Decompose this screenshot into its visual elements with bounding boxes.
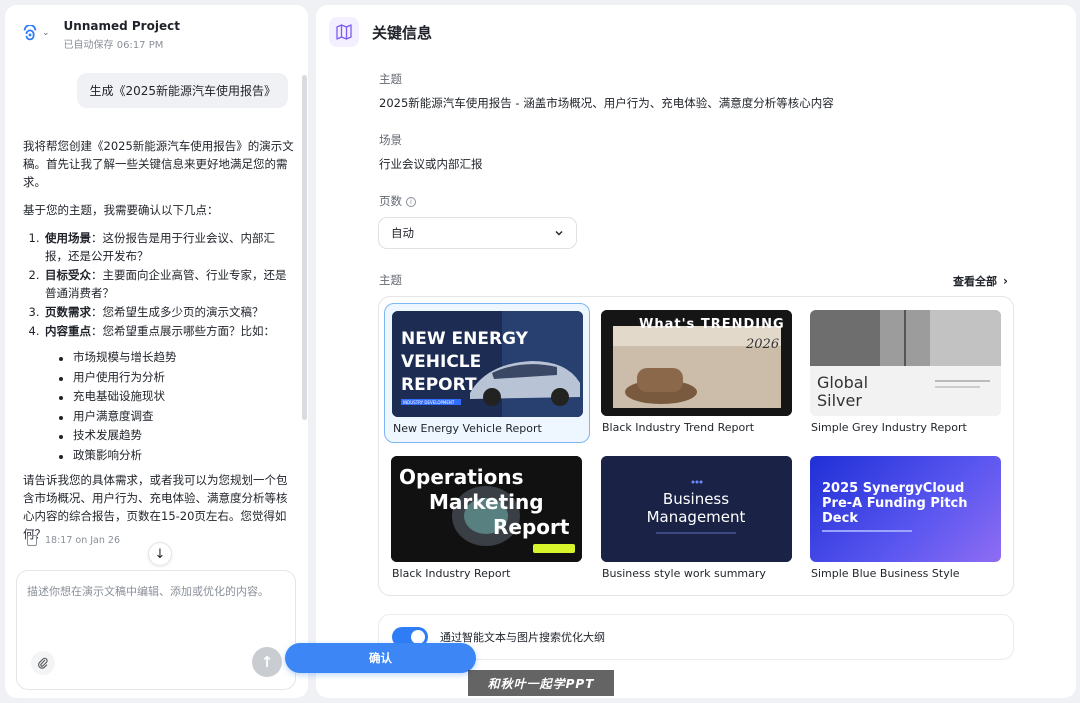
theme-card-grey-industry[interactable]: Global Silver Simple Grey Industry Repor… [803, 303, 1009, 443]
topic-label: 主题 [379, 72, 402, 86]
thumb-line: Business [663, 490, 729, 508]
theme-thumbnail: Operations Marketing Report [391, 456, 582, 562]
chat-panel: ⌄ Unnamed Project 已自动保存 06:17 PM 生成《2025… [5, 5, 308, 698]
theme-name: Simple Blue Business Style [811, 567, 960, 580]
thumb-line: REPORT [401, 375, 477, 395]
arrow-up-icon: ↑ [260, 653, 274, 671]
pages-label: 页数 [379, 194, 402, 208]
view-all-link[interactable]: 查看全部 › [953, 273, 1008, 289]
message-input[interactable] [27, 583, 285, 643]
list-item: 1. 使用场景：这份报告是用于行业会议、内部汇报，还是公开发布？ [28, 231, 276, 263]
watermark: 和秋叶一起学PPT [468, 670, 614, 696]
theme-card-new-energy[interactable]: NEW ENERGY VEHICLE REPORT INDUSTRY DEVEL… [384, 303, 590, 443]
list-item: 用户使用行为分析 [59, 368, 295, 388]
message-input-box: ↑ [16, 570, 296, 690]
pages-select[interactable]: 自动 [378, 217, 577, 249]
theme-card-black-trend[interactable]: What's TRENDING 2026 Black Industry Tren… [594, 303, 800, 443]
assistant-reply: 我将帮您创建《2025新能源汽车使用报告》的演示文稿。首先让我了解一些关键信息来… [23, 137, 295, 553]
paperclip-icon [38, 657, 48, 669]
panel-header: 关键信息 [329, 17, 432, 47]
thumb-line: Marketing [429, 490, 544, 514]
copy-icon[interactable] [27, 535, 37, 546]
theme-label: 主题 [379, 273, 402, 287]
key-info-panel: 关键信息 主题 2025新能源汽车使用报告 - 涵盖市场概况、用户行为、充电体验… [316, 5, 1076, 698]
list-item: 2. 目标受众：主要面向企业高管、行业专家，还是普通消费者？ [28, 268, 287, 300]
arrow-down-icon: ↓ [154, 546, 166, 562]
save-status: 已自动保存 06:17 PM [63, 40, 164, 51]
theme-name: Simple Grey Industry Report [811, 421, 967, 434]
chevron-down-icon[interactable]: ⌄ [42, 28, 50, 38]
theme-name: Business style work summary [602, 567, 766, 580]
question-list: 1. 使用场景：这份报告是用于行业会议、内部汇报，还是公开发布？ 2. 目标受众：主… [23, 229, 295, 340]
focus-bullet-list: 市场规模与增长趋势 用户使用行为分析 充电基础设施现状 用户满意度调查 技术发展… [59, 348, 295, 465]
pages-selected-value: 自动 [391, 226, 414, 240]
list-item: 充电基础设施现状 [59, 387, 295, 407]
send-button[interactable]: ↑ [252, 647, 282, 677]
message-meta: 18:17 on Jan 26 [27, 535, 120, 546]
theme-gallery: NEW ENERGY VEHICLE REPORT INDUSTRY DEVEL… [378, 296, 1014, 596]
theme-name: Black Industry Report [392, 567, 511, 580]
chevron-right-icon: › [1003, 274, 1008, 288]
reply-closing: 请告诉我您的具体需求，或者我可以为您规划一个包含市场概况、用户行为、充电体验、满… [23, 473, 288, 541]
project-name: Unnamed Project [63, 19, 180, 33]
thumb-line: NEW ENERGY [401, 329, 529, 349]
thumb-line: Report [493, 515, 570, 539]
list-item: 技术发展趋势 [59, 426, 295, 446]
reply-confirm: 基于您的主题，我需要确认以下几点： [23, 203, 219, 217]
list-item: 3. 页数需求：您希望生成多少页的演示文稿？ [28, 305, 264, 319]
view-all-label: 查看全部 [953, 275, 998, 288]
thumb-line: Operations [399, 465, 524, 489]
theme-card-blue-business[interactable]: 2025 SynergyCloud Pre-A Funding Pitch De… [803, 449, 1009, 589]
theme-name: Black Industry Trend Report [602, 421, 755, 434]
thumb-line: Silver [817, 391, 862, 410]
thumb-line: Pre-A Funding Pitch [822, 496, 968, 511]
thumb-year: 2026 [745, 337, 779, 352]
chevron-down-icon [555, 231, 563, 236]
topic-value: 2025新能源汽车使用报告 - 涵盖市场概况、用户行为、充电体验、满意度分析等核… [379, 96, 834, 110]
theme-card-black-industry[interactable]: Operations Marketing Report Black Indust… [384, 449, 590, 589]
theme-thumbnail: NEW ENERGY VEHICLE REPORT INDUSTRY DEVEL… [392, 311, 583, 417]
scroll-down-button[interactable]: ↓ [148, 542, 172, 566]
chat-scrollbar[interactable] [302, 75, 307, 420]
thumb-line: What's TRENDING [639, 317, 785, 332]
project-header[interactable]: ⌄ Unnamed Project 已自动保存 06:17 PM [21, 19, 180, 51]
theme-thumbnail: Global Silver [810, 310, 1001, 416]
theme-card-business-summary[interactable]: Business Management Business style work … [594, 449, 800, 589]
list-item: 4. 内容重点：您希望重点展示哪些方面？比如： [28, 324, 276, 338]
theme-thumbnail: Business Management [601, 456, 792, 562]
user-message: 生成《2025新能源汽车使用报告》 [77, 73, 288, 108]
list-item: 政策影响分析 [59, 446, 295, 466]
info-icon[interactable]: i [406, 197, 416, 207]
thumb-line: 2025 SynergyCloud [822, 481, 964, 496]
panel-title: 关键信息 [372, 23, 433, 42]
thumb-line: Management [647, 508, 746, 526]
theme-thumbnail: 2025 SynergyCloud Pre-A Funding Pitch De… [810, 456, 1001, 562]
pages-label-row: 页数 i [379, 193, 416, 209]
list-item: 用户满意度调查 [59, 407, 295, 427]
scene-label: 场景 [379, 133, 402, 147]
map-icon [329, 17, 359, 47]
thumb-line: VEHICLE [401, 352, 481, 372]
reply-intro: 我将帮您创建《2025新能源汽车使用报告》的演示文稿。首先让我了解一些关键信息来… [23, 139, 294, 189]
message-timestamp: 18:17 on Jan 26 [45, 535, 121, 546]
scene-value: 行业会议或内部汇报 [379, 157, 483, 171]
theme-thumbnail: What's TRENDING 2026 [601, 310, 792, 416]
thumb-line: Deck [822, 511, 858, 526]
confirm-button[interactable]: 确认 [285, 643, 476, 673]
thumb-line: Global [817, 373, 868, 392]
theme-name: New Energy Vehicle Report [393, 422, 542, 435]
list-item: 市场规模与增长趋势 [59, 348, 295, 368]
attach-button[interactable] [31, 651, 55, 675]
app-logo-icon [23, 25, 37, 41]
thumb-badge: INDUSTRY DEVELOPMENT [403, 400, 455, 405]
